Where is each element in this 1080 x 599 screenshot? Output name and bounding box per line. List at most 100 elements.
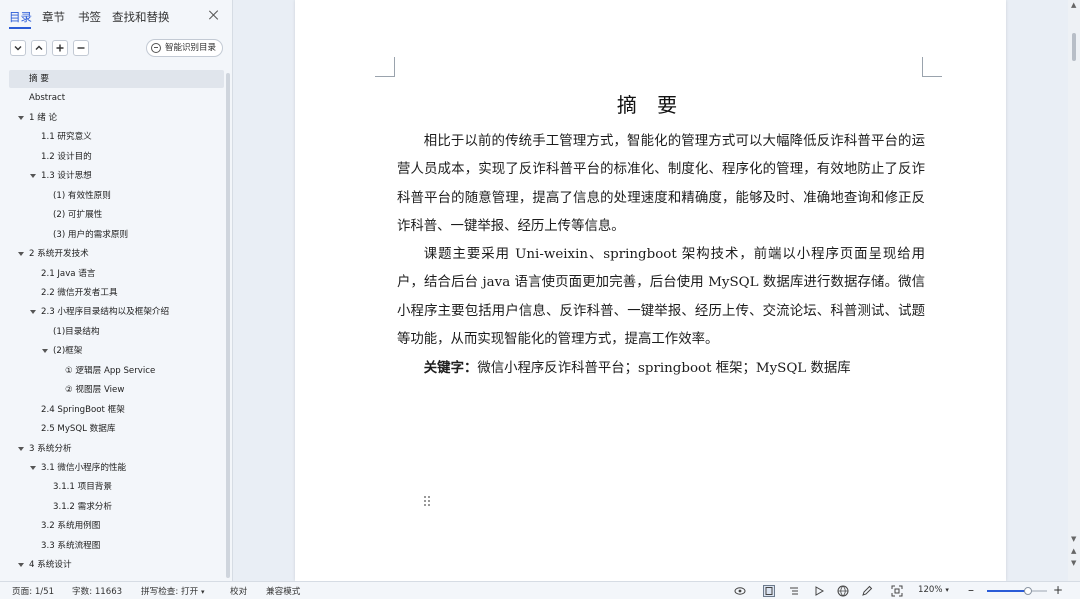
toc-item[interactable]: 2.5 MySQL 数据库 — [9, 420, 224, 438]
nav-tabs: 目录 章节 书签 查找和替换 — [0, 0, 233, 34]
add-heading-button[interactable] — [52, 40, 68, 56]
close-pane-button[interactable] — [206, 7, 222, 23]
page-down-icon[interactable]: ▼ — [1071, 560, 1077, 567]
expand-caret-icon[interactable] — [18, 252, 24, 257]
toc-item-label: 摘 要 — [29, 74, 49, 84]
tab-chapters[interactable]: 章节 — [42, 9, 65, 25]
toc-item[interactable]: (2)框架 — [9, 342, 224, 360]
active-tab-indicator — [9, 27, 31, 29]
toc-item-label: 3 系统分析 — [29, 443, 72, 454]
expand-caret-icon[interactable] — [42, 349, 48, 354]
toc-item-label: 3.3 系统流程图 — [41, 540, 101, 551]
toc-item[interactable]: 1.2 设计目的 — [9, 148, 224, 166]
toc-item-label: 2.1 Java 语言 — [41, 268, 96, 279]
plus-icon — [56, 44, 64, 52]
toc-item-label: 3.2 系统用例图 — [41, 521, 101, 532]
toc-item-label: (3) 用户的需求原则 — [53, 229, 129, 240]
margin-mark-top-right — [922, 57, 942, 77]
toc-item-label: 4 系统设计 — [29, 560, 72, 571]
page-view-icon[interactable] — [763, 585, 775, 597]
toc-item[interactable]: 2 系统开发技术 — [9, 245, 224, 263]
scroll-down-icon[interactable]: ▼ — [1071, 536, 1077, 543]
toc-scrollbar[interactable] — [226, 73, 230, 578]
remove-heading-button[interactable] — [73, 40, 89, 56]
toc-item-label: (2)框架 — [53, 346, 83, 357]
navigation-pane: 目录 章节 书签 查找和替换 智能识别目录 摘 要 Abstract 1 绪 论 1.… — [0, 0, 233, 581]
web-view-icon[interactable] — [837, 585, 849, 597]
toc-item[interactable]: 2.3 小程序目录结构以及框架介绍 — [9, 303, 224, 321]
document-page[interactable]: 摘 要 相比于以前的传统手工管理方式，智能化的管理方式可以大幅降低反诈科普平台的… — [295, 0, 1006, 581]
smart-toc-button[interactable]: 智能识别目录 — [146, 39, 223, 57]
abstract-paragraph-1: 相比于以前的传统手工管理方式，智能化的管理方式可以大幅降低反诈科普平台的运营人员… — [397, 134, 925, 234]
tab-bookmarks[interactable]: 书签 — [78, 9, 101, 25]
tab-find-replace[interactable]: 查找和替换 — [112, 9, 170, 25]
toc-item-label: Abstract — [29, 93, 66, 104]
expand-caret-icon[interactable] — [18, 115, 24, 120]
toc-item-label: 1.1 研究意义 — [41, 132, 92, 143]
outline-view-icon[interactable] — [788, 585, 800, 597]
toc-item[interactable]: 1.1 研究意义 — [9, 128, 224, 146]
smart-toc-label: 智能识别目录 — [165, 43, 217, 53]
toc-item-label: 1 绪 论 — [29, 112, 58, 123]
toc-item[interactable]: 3 系统分析 — [9, 440, 224, 458]
page-indicator[interactable]: 页面: 1/51 — [12, 585, 54, 597]
pen-icon[interactable] — [861, 585, 873, 597]
toc-item[interactable]: Abstract — [9, 89, 224, 107]
expand-up-button[interactable] — [31, 40, 47, 56]
toc-item[interactable]: 2.4 SpringBoot 框架 — [9, 401, 224, 419]
zoom-out-icon[interactable]: – — [968, 583, 974, 597]
expand-caret-icon[interactable] — [30, 310, 36, 315]
toc-item[interactable]: ① 逻辑层 App Service — [9, 362, 224, 380]
eye-protection-icon[interactable] — [734, 585, 746, 597]
toc-item[interactable]: 3.1.2 需求分析 — [9, 498, 224, 516]
toc-item[interactable]: 1 绪 论 — [9, 109, 224, 127]
keywords-label: 关键字： — [423, 360, 478, 376]
toc-item-label: 1.2 设计目的 — [41, 151, 92, 162]
toc-item[interactable]: (3) 用户的需求原则 — [9, 226, 224, 244]
expand-caret-icon[interactable] — [18, 563, 24, 568]
toc-item-label: ① 逻辑层 App Service — [65, 365, 156, 376]
toc-item-label: (2) 可扩展性 — [53, 210, 103, 221]
toc-item[interactable]: (1)目录结构 — [9, 323, 224, 341]
expand-caret-icon[interactable] — [30, 466, 36, 470]
zoom-in-icon[interactable]: + — [1053, 583, 1063, 597]
toc-item[interactable]: 3.3 系统流程图 — [9, 537, 224, 555]
expand-caret-icon[interactable] — [18, 446, 24, 451]
collapse-all-button[interactable] — [10, 40, 26, 56]
toc-item[interactable]: 2.2 微信开发者工具 — [9, 284, 224, 302]
toc-item[interactable]: 1.3 设计思想 — [9, 167, 224, 185]
document-scrollbar[interactable]: ▲ ▼ ▲ ▼ — [1068, 0, 1080, 581]
toc-item-label: 2.3 小程序目录结构以及框架介绍 — [41, 307, 170, 318]
toc-item[interactable]: 摘 要 — [9, 70, 224, 88]
expand-caret-icon[interactable] — [30, 174, 36, 179]
proofread-button[interactable]: 校对 — [230, 585, 247, 597]
minus-icon — [77, 47, 85, 49]
toc-item[interactable]: ② 视图层 View — [9, 381, 224, 399]
fit-page-icon[interactable] — [891, 585, 903, 597]
toc-item[interactable]: 4 系统设计 — [9, 556, 224, 574]
toc-item-label: 3.1.1 项目背景 — [53, 482, 112, 493]
scroll-up-icon[interactable]: ▲ — [1071, 2, 1077, 9]
zoom-slider[interactable] — [987, 587, 1047, 595]
toc-item[interactable]: 3.1.1 项目背景 — [9, 478, 224, 496]
toc-item[interactable]: 3.1 微信小程序的性能 — [9, 459, 224, 477]
word-count[interactable]: 字数: 11663 — [72, 585, 122, 597]
scrollbar-thumb[interactable] — [1072, 33, 1076, 61]
toc-item[interactable]: 2.1 Java 语言 — [9, 265, 224, 283]
zoom-slider-knob[interactable] — [1023, 587, 1032, 595]
toc-item[interactable]: (2) 可扩展性 — [9, 206, 224, 224]
toc-item-label: (1) 有效性原则 — [53, 190, 111, 201]
toc-item-label: 2.5 MySQL 数据库 — [41, 424, 116, 435]
tab-toc[interactable]: 目录 — [9, 9, 32, 25]
toc-item-label: 3.1.2 需求分析 — [53, 501, 112, 512]
play-icon[interactable] — [813, 585, 825, 597]
document-canvas: 摘 要 相比于以前的传统手工管理方式，智能化的管理方式可以大幅降低反诈科普平台的… — [233, 0, 1068, 581]
toc-item[interactable]: (1) 有效性原则 — [9, 187, 224, 205]
zoom-level[interactable]: 120% ▾ — [918, 585, 949, 595]
margin-mark-top-left — [375, 57, 395, 77]
page-up-icon[interactable]: ▲ — [1071, 548, 1077, 555]
spell-check-toggle[interactable]: 拼写检查: 打开 ▾ — [141, 585, 204, 597]
toc-item-label: 1.3 设计思想 — [41, 171, 92, 182]
toc-item[interactable]: 3.2 系统用例图 — [9, 517, 224, 535]
drag-handle-icon[interactable] — [424, 496, 432, 508]
